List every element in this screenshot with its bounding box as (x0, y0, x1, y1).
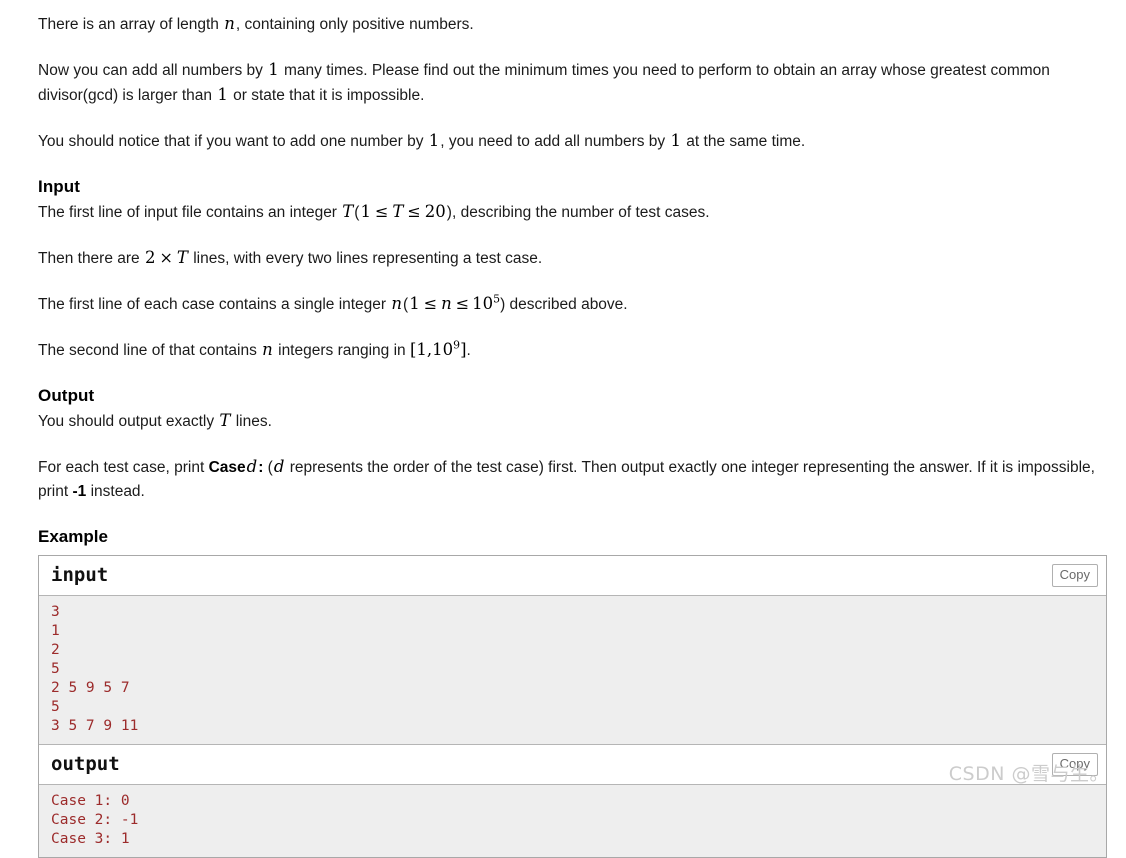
intro-text-3c: at the same time. (681, 133, 806, 150)
math-one-4: 1 (670, 131, 681, 150)
intro-text-3b: , you need to add all numbers by (440, 133, 670, 150)
input-text-3b: described above. (505, 296, 628, 313)
input-text-2b: lines, with every two lines representing… (188, 250, 543, 267)
math-le-4: ≤ (455, 294, 470, 313)
intro-text-2c: or state that it is impossible. (228, 87, 425, 104)
math-range: [1,109] (410, 340, 467, 359)
output-text-1b: lines. (231, 413, 272, 430)
input-section-heading: Input (38, 177, 81, 196)
example-section-heading: Example (38, 527, 108, 546)
intro-paragraph-2: Now you can add all numbers by 1 many ti… (38, 58, 1105, 108)
input-paragraph-1: The first line of input file contains an… (38, 200, 1105, 225)
math-times: × (159, 248, 173, 267)
math-power-10-5: 105 (472, 294, 500, 313)
intro-text-3a: You should notice that if you want to ad… (38, 133, 428, 150)
input-text-4a: The second line of that contains (38, 342, 262, 359)
sample-output-content: Case 1: 0 Case 2: -1 Case 3: 1 (39, 785, 1106, 857)
input-paragraph-3: The first line of each case contains a s… (38, 292, 1105, 317)
sample-input-content: 3 1 2 5 2 5 9 5 7 5 3 5 7 9 11 (39, 596, 1106, 745)
math-n-3: n (441, 294, 452, 313)
math-T-3: T (176, 248, 188, 267)
math-one-6: 1, (416, 340, 433, 359)
math-le: ≤ (374, 202, 389, 221)
math-n-2: n (391, 294, 403, 313)
input-paragraph-2: Then there are 2 × T lines, with every two… (38, 246, 1105, 271)
input-text-3a: The first line of each case contains a s… (38, 296, 391, 313)
output-paragraph-2: For each test case, print Cased: (d repr… (38, 455, 1105, 504)
math-one: 1 (360, 202, 371, 221)
math-le-2: ≤ (407, 202, 421, 221)
intro-text-1b: , containing only positive numbers. (235, 16, 474, 33)
example-box: input Copy 3 1 2 5 2 5 9 5 7 5 3 5 7 9 1… (38, 555, 1107, 858)
math-one: 1 (268, 60, 279, 79)
input-text-4b: integers ranging in (273, 342, 410, 359)
sample-output-header: output Copy (39, 745, 1106, 785)
math-d-2: d (273, 457, 285, 476)
math-one-5: 1 (409, 294, 420, 313)
case-keyword: Case (208, 459, 246, 476)
input-text-1b: , describing the number of test cases. (451, 204, 710, 221)
intro-text-1a: There is an array of length (38, 16, 224, 33)
math-d: d (246, 457, 258, 476)
problem-statement-page: There is an array of length n, containin… (0, 0, 1126, 858)
math-base-2: 10 (432, 340, 454, 359)
output-paragraph-1: You should output exactly T lines. (38, 409, 1105, 434)
intro-paragraph-1: There is an array of length n, containin… (38, 12, 1105, 37)
sample-output-title: output (51, 753, 120, 775)
math-T-2: T (392, 202, 404, 221)
output-section-heading: Output (38, 386, 95, 405)
copy-input-button[interactable]: Copy (1051, 564, 1098, 587)
math-two: 2 (144, 248, 156, 267)
math-base: 10 (472, 294, 494, 313)
sample-input-header: input Copy (39, 556, 1106, 596)
intro-paragraph-3: You should notice that if you want to ad… (38, 129, 1105, 154)
output-text-2b: ( (263, 459, 273, 476)
math-twenty: 20 (424, 202, 446, 221)
output-text-2d: instead. (86, 483, 145, 500)
input-text-2a: Then there are (38, 250, 144, 267)
input-text-4c: . (466, 342, 471, 359)
output-text-1a: You should output exactly (38, 413, 219, 430)
math-le-3: ≤ (423, 294, 438, 313)
math-one-2: 1 (217, 85, 228, 104)
intro-text-2a: Now you can add all numbers by (38, 62, 268, 79)
sample-input-title: input (51, 564, 109, 586)
math-T: T (342, 202, 354, 221)
input-text-1a: The first line of input file contains an… (38, 204, 342, 221)
math-n: n (224, 14, 235, 33)
minus-one-literal: -1 (72, 483, 87, 500)
output-text-2a: For each test case, print (38, 459, 209, 476)
math-T-4: T (219, 411, 231, 430)
math-n-4: n (262, 340, 273, 359)
csdn-watermark: CSDN @雪与生。 (948, 763, 1109, 785)
input-paragraph-4: The second line of that contains n integ… (38, 338, 1105, 363)
math-one-3: 1 (428, 131, 440, 150)
